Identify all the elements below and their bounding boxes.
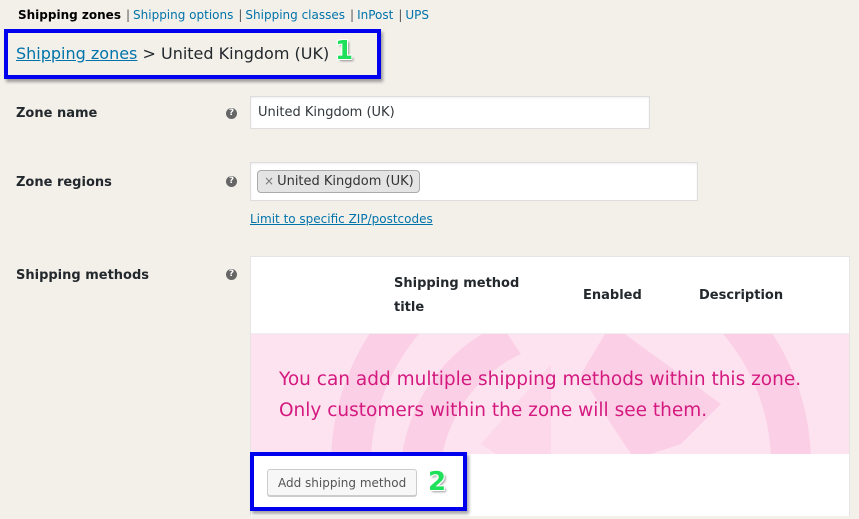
blank-state-line-2: Only customers within the zone will see … <box>279 400 708 421</box>
zone-name-input[interactable]: United Kingdom (UK) <box>250 96 650 129</box>
blank-state-message: You can add multiple shipping methods wi… <box>279 364 801 426</box>
column-header-description: Description <box>699 288 784 303</box>
zone-name-label: Zone name <box>16 106 98 121</box>
subnav-ups[interactable]: UPS <box>405 8 429 22</box>
callout-box-1 <box>4 29 381 79</box>
help-icon[interactable]: ? <box>226 176 237 187</box>
remove-chip-icon[interactable]: × <box>264 174 274 188</box>
subnav-separator: | <box>238 8 243 22</box>
subnav-shipping-zones[interactable]: Shipping zones <box>18 8 121 22</box>
shipping-methods-label: Shipping methods <box>16 268 150 283</box>
subnav-shipping-classes[interactable]: Shipping classes <box>245 8 345 22</box>
subnav-separator: | <box>350 8 355 22</box>
help-icon[interactable]: ? <box>226 269 237 280</box>
region-chip: × United Kingdom (UK) <box>257 170 420 193</box>
table-header: Shipping method title Enabled Descriptio… <box>251 257 849 334</box>
blank-state-line-1: You can add multiple shipping methods wi… <box>279 369 802 390</box>
zone-regions-select[interactable]: × United Kingdom (UK) <box>250 162 698 201</box>
limit-postcodes-link[interactable]: Limit to specific ZIP/postcodes <box>250 212 433 226</box>
shipping-subnav: Shipping zones | Shipping options | Shipping… <box>18 8 429 22</box>
subnav-separator: | <box>398 8 403 22</box>
help-icon[interactable]: ? <box>226 108 237 119</box>
zone-regions-label: Zone regions <box>16 175 112 190</box>
subnav-shipping-options[interactable]: Shipping options <box>133 8 233 22</box>
column-header-enabled: Enabled <box>583 288 642 303</box>
region-chip-label: United Kingdom (UK) <box>277 174 414 189</box>
subnav-separator: | <box>125 8 131 22</box>
blank-state: You can add multiple shipping methods wi… <box>251 334 849 454</box>
callout-number-2: 2 <box>428 467 447 497</box>
column-header-title: Shipping method title <box>394 276 520 315</box>
callout-number-1: 1 <box>335 36 354 66</box>
subnav-inpost[interactable]: InPost <box>357 8 393 22</box>
